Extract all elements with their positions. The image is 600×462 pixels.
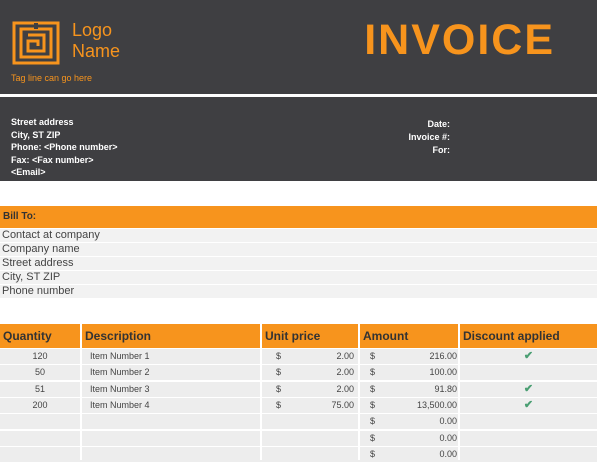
quantity-cell: 200: [32, 399, 48, 410]
table-row: 51 Item Number 3 $2.00 $91.80 ✔: [0, 381, 597, 397]
amount-cell: 216.00: [429, 351, 457, 361]
bill-to-line: Phone number: [0, 285, 597, 298]
unit-price-cell: 75.00: [331, 399, 354, 410]
check-mark-icon: ✔: [523, 398, 534, 411]
address-line: Phone: <Phone number>: [11, 142, 118, 152]
description-cell: Item Number 3: [90, 383, 150, 394]
date-label: Date:: [427, 119, 450, 129]
address-line: Street address: [11, 117, 74, 127]
bill-to-heading-bar: Bill To:: [0, 206, 597, 228]
column-divider: [80, 349, 82, 460]
bill-to-line: Street address: [0, 257, 597, 270]
amount-cell: 91.80: [434, 383, 457, 394]
quantity-cell: 50: [34, 367, 45, 378]
table-row: $0.00: [0, 414, 597, 430]
bill-to-line: Contact at company: [0, 229, 597, 242]
amount-cell: 0.00: [439, 432, 457, 443]
logo-line-1: Logo: [72, 20, 113, 40]
unit-price-cell: 2.00: [336, 383, 354, 394]
quantity-cell: [0, 414, 80, 429]
table-row: 200 Item Number 4 $75.00 $13,500.00 ✔: [0, 397, 597, 413]
bill-to-line: Company name: [0, 243, 597, 256]
unit-price-cell: [290, 431, 354, 446]
description-cell: Item Number 2: [90, 367, 150, 378]
amount-cell: 13,500.00: [416, 399, 457, 410]
unit-price-cell: 2.00: [336, 367, 354, 378]
currency-symbol: $: [276, 383, 282, 394]
invoice-number-label: Invoice #:: [408, 132, 450, 142]
logo-icon: [12, 21, 60, 65]
column-divider: [260, 349, 262, 460]
column-header-unit-price: Unit price: [262, 324, 358, 348]
quantity-cell: [0, 431, 80, 446]
sender-address: Street address City, ST ZIP Phone: <Phon…: [11, 116, 118, 179]
amount-cell: 0.00: [439, 416, 457, 427]
column-divider: [358, 349, 360, 460]
column-header-discount: Discount applied: [460, 324, 597, 348]
description-cell: Item Number 1: [90, 351, 150, 361]
table-row: $0.00: [0, 430, 597, 446]
table-row: 50 Item Number 2 $2.00 $100.00: [0, 365, 597, 381]
check-mark-icon: ✔: [523, 382, 534, 395]
invoice-meta: Date: Invoice #: For:: [408, 118, 450, 157]
description-cell: [90, 414, 250, 429]
column-header-quantity: Quantity: [0, 324, 80, 348]
logo-name: Logo Name: [72, 20, 120, 62]
quantity-cell: 51: [34, 383, 45, 394]
address-line: Fax: <Fax number>: [11, 154, 94, 165]
tagline: Tag line can go here: [11, 73, 93, 83]
unit-price-cell: [290, 414, 354, 429]
column-header-description: Description: [82, 324, 260, 348]
invoice-title: INVOICE: [364, 16, 555, 64]
logo-line-2: Name: [72, 41, 121, 61]
bill-to-heading: Bill To:: [3, 211, 37, 222]
description-cell: Item Number 4: [90, 399, 150, 410]
table-row: 120 Item Number 1 $2.00 $216.00 ✔: [0, 349, 597, 364]
unit-price-cell: 2.00: [336, 351, 354, 361]
amount-cell: 100.00: [429, 367, 457, 378]
currency-symbol: [276, 431, 288, 446]
check-mark-icon: ✔: [523, 350, 534, 362]
column-divider: [458, 349, 460, 460]
currency-symbol: $: [276, 399, 282, 410]
address-line: City, ST ZIP: [11, 129, 61, 140]
description-cell: [90, 431, 250, 446]
address-line: <Email>: [11, 167, 46, 177]
quantity-cell: 120: [32, 351, 48, 361]
for-label: For:: [432, 145, 451, 155]
currency-symbol: [276, 414, 288, 429]
invoice-header: Logo Name Tag line can go here INVOICE S…: [0, 0, 597, 181]
column-header-amount: Amount: [360, 324, 458, 348]
bill-to-line: City, ST ZIP: [0, 271, 597, 284]
currency-symbol: $: [276, 367, 282, 378]
currency-symbol: $: [276, 351, 282, 361]
header-divider: [0, 94, 597, 97]
